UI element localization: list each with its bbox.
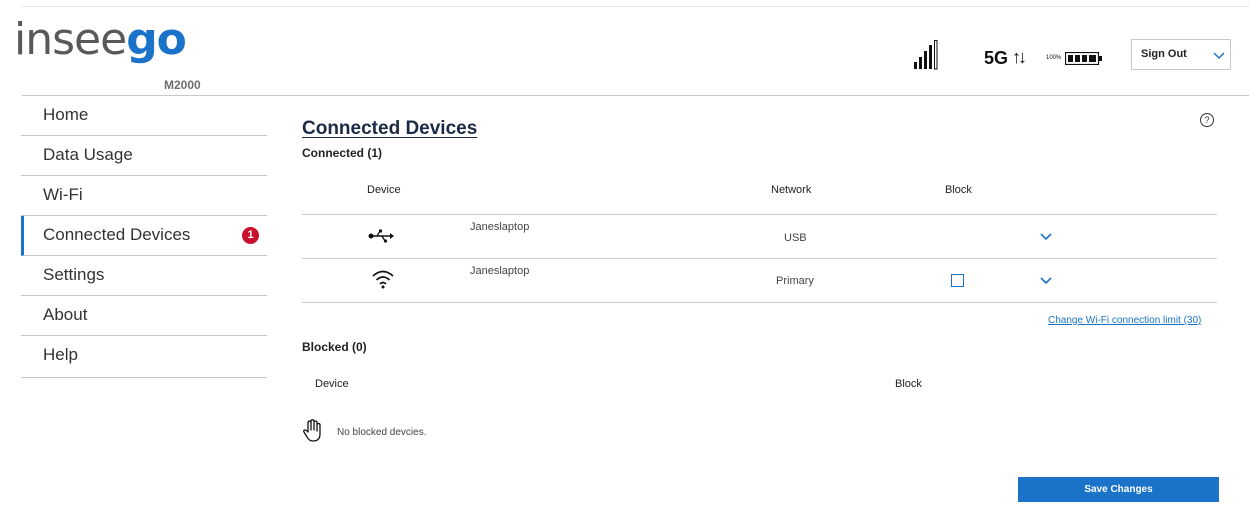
blocked-section-label: Blocked (0)	[302, 340, 367, 354]
connected-section-label: Connected (1)	[302, 146, 383, 160]
sidebar-item-label: Data Usage	[43, 145, 133, 164]
device-name: Janeslaptop	[470, 221, 530, 233]
sidebar-nav: Home Data Usage Wi-Fi Connected Devices …	[21, 96, 267, 378]
blocked-empty-message: No blocked devcies.	[337, 427, 427, 438]
sidebar-item-label: Home	[43, 105, 89, 124]
page-title: Connected Devices	[302, 118, 478, 139]
column-header-network: Network	[771, 184, 812, 196]
column-header-block: Block	[945, 184, 972, 196]
column-header-device: Device	[315, 378, 349, 390]
device-network: USB	[784, 232, 807, 244]
sidebar-item-label: Settings	[43, 265, 105, 284]
sidebar-item-about[interactable]: About	[21, 296, 267, 336]
hand-stop-icon	[303, 419, 321, 442]
transfer-arrows-icon: ↑↓	[1012, 47, 1027, 67]
sidebar-item-label: About	[43, 305, 88, 324]
sidebar-item-connected-devices[interactable]: Connected Devices 1	[21, 216, 267, 256]
sidebar-item-label: Help	[43, 345, 78, 364]
sidebar-item-help[interactable]: Help	[21, 336, 267, 378]
row-divider	[302, 302, 1217, 303]
model-name: M2000	[164, 78, 201, 92]
device-network: Primary	[776, 275, 814, 287]
help-icon[interactable]: ?	[1200, 113, 1214, 127]
sidebar-item-label: Connected Devices	[43, 225, 191, 244]
main-content: Connected Devices ? Connected (1) Device…	[300, 96, 1220, 513]
sidebar-item-settings[interactable]: Settings	[21, 256, 267, 296]
block-device-checkbox[interactable]	[951, 274, 964, 287]
inseego-logo: inseego	[14, 14, 187, 65]
column-header-block: Block	[895, 378, 922, 390]
notification-badge: 1	[242, 227, 259, 244]
expand-row-chevron-icon[interactable]	[1039, 276, 1053, 286]
wifi-icon	[372, 270, 394, 289]
header: inseego M2000 5G ↑↓ 100% Sign Out	[0, 0, 1249, 96]
save-changes-button[interactable]: Save Changes	[1018, 477, 1219, 502]
network-type-label: 5G	[984, 48, 1009, 68]
chevron-down-icon	[1213, 52, 1225, 60]
sidebar-item-home[interactable]: Home	[21, 96, 267, 136]
column-header-device: Device	[367, 184, 401, 196]
sign-out-label: Sign Out	[1141, 48, 1187, 60]
header-top-divider	[22, 6, 1249, 7]
battery-full-icon	[1065, 52, 1102, 65]
expand-row-chevron-icon[interactable]	[1039, 232, 1053, 242]
sidebar-item-wifi[interactable]: Wi-Fi	[21, 176, 267, 216]
sidebar-item-data-usage[interactable]: Data Usage	[21, 136, 267, 176]
row-divider	[302, 258, 1217, 259]
usb-icon	[368, 229, 394, 243]
signal-bars-icon	[914, 40, 938, 70]
row-divider	[302, 214, 1217, 215]
device-name: Janeslaptop	[470, 265, 530, 277]
change-wifi-limit-link[interactable]: Change Wi-Fi connection limit (30)	[1048, 315, 1201, 326]
battery-percent: 100%	[1046, 55, 1062, 61]
sidebar-item-label: Wi-Fi	[43, 185, 83, 204]
sign-out-dropdown[interactable]: Sign Out	[1131, 39, 1231, 70]
